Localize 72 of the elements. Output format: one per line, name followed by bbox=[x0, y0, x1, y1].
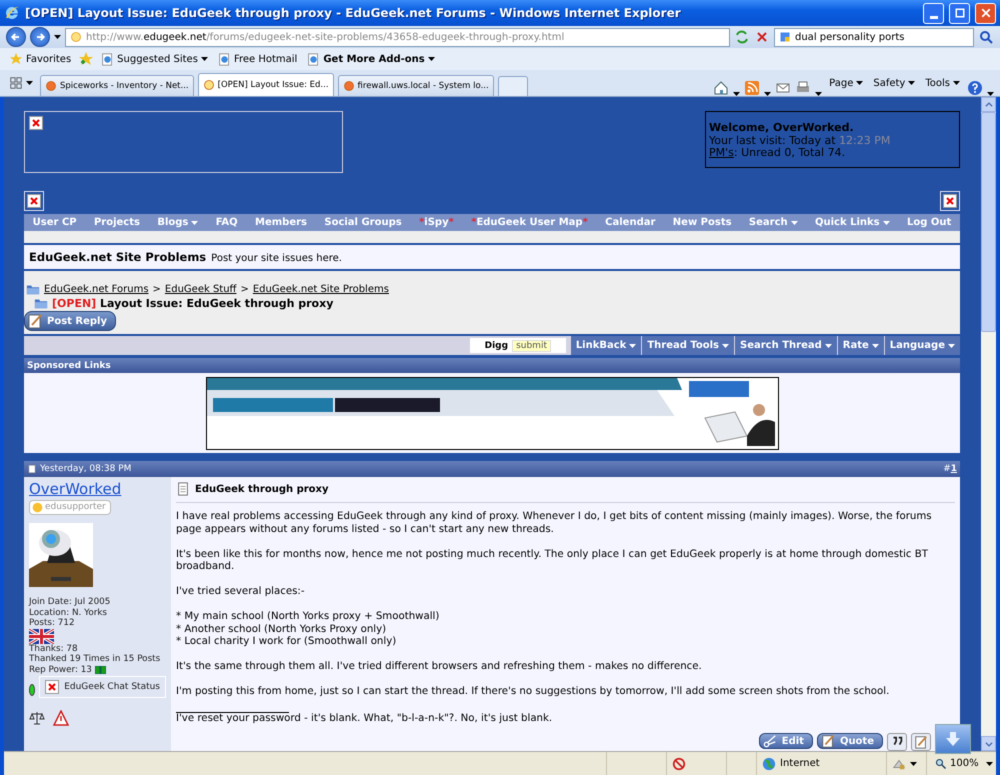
breadcrumb-link[interactable]: EduGeek.net Forums bbox=[44, 284, 149, 294]
thread-menu[interactable]: LinkBack bbox=[570, 336, 642, 355]
browser-tab[interactable]: Spiceworks - Inventory - Net... bbox=[40, 75, 194, 96]
command-menu[interactable]: Tools bbox=[922, 78, 963, 88]
nav-link[interactable]: Quick Links bbox=[815, 217, 890, 228]
post-text: It's the same through them all. I've tried different browsers and refreshing them - makes no difference. bbox=[176, 661, 703, 674]
username-link[interactable]: OverWorked bbox=[29, 481, 166, 497]
user-detail: Location: N. Yorks bbox=[29, 608, 108, 618]
favorites-link[interactable]: Free Hotmail bbox=[214, 52, 300, 66]
private-messages-link[interactable]: PM's bbox=[709, 146, 734, 159]
user-stat: Thanked 19 Times in 15 Posts bbox=[29, 654, 162, 664]
user-stat: Thanks: 78 bbox=[29, 644, 79, 654]
favorites-button[interactable]: Favorites bbox=[6, 52, 74, 66]
favorites-link[interactable]: Get More Add-ons bbox=[304, 52, 438, 66]
edit-button[interactable]: Edit bbox=[758, 733, 813, 749]
message-count-text: : Unread 0, Total 74. bbox=[734, 146, 846, 159]
security-zone: Internet bbox=[780, 758, 820, 769]
nav-link[interactable]: Log Out bbox=[907, 217, 952, 228]
post-text: * Another school (North Yorks Proxy only) bbox=[176, 624, 388, 636]
post-date: Yesterday, 08:38 PM bbox=[40, 464, 132, 474]
window-title: [OPEN] Layout Issue: EduGeek through proxy - EduGeek.net Forums - Windows Internet Explorer bbox=[25, 6, 682, 20]
nav-link[interactable]: Blogs bbox=[157, 217, 198, 228]
post-text: I have real problems accessing EduGeek through any kind of proxy. Whenever I do, I get bits of content missing (mainly images). Worse, the forums page appears without any forums listed - so I can't start any new threads. bbox=[176, 511, 933, 536]
nav-link[interactable]: FAQ bbox=[216, 217, 238, 228]
post-text: * My main school (North Yorks proxy + Smoothwall) bbox=[176, 611, 440, 624]
forum-description: Post your site issues here. bbox=[211, 253, 342, 264]
post-text: * Local charity I work for (Smoothwall only) bbox=[176, 636, 398, 648]
nav-link[interactable]: User CP bbox=[32, 217, 77, 228]
post-text: I've tried several places:- bbox=[176, 586, 306, 598]
favorites-link[interactable]: Suggested Sites bbox=[98, 52, 211, 66]
digg-label: Digg bbox=[484, 340, 508, 350]
post-reply-button[interactable]: Post Reply bbox=[24, 311, 116, 331]
signature-text: I've reset your password - it's blank. What, "b-l-a-n-k"?. No, it's just blank. bbox=[176, 712, 554, 725]
nav-link[interactable]: Members bbox=[255, 217, 308, 228]
nav-link[interactable]: New Posts bbox=[672, 217, 732, 228]
digg-submit-button[interactable]: submit bbox=[512, 340, 551, 352]
zoom-button[interactable]: 100% bbox=[932, 758, 982, 770]
post-text: I'm posting this from home, just so I can start the thread. If there's no suggestions by tomorrow, I'll add some screen shots from the school. bbox=[176, 686, 890, 698]
command-menu[interactable]: Page bbox=[826, 78, 866, 88]
address-field[interactable]: http://www.edugeek.net/forums/edugeek-net-site-problems/43658-edugeek-through-proxy.html bbox=[65, 28, 730, 46]
nav-link[interactable]: Social Groups bbox=[324, 217, 402, 228]
quote-button[interactable]: Quote bbox=[816, 733, 883, 749]
browser-tab[interactable]: [OPEN] Layout Issue: Ed... bbox=[198, 73, 334, 96]
breadcrumb-link[interactable]: EduGeek.net Site Problems bbox=[252, 284, 389, 294]
post-text: It's been like this for months now, hence me not posting much recently. The only place I can get EduGeek properly is at home through domestic BT broadband. bbox=[176, 548, 929, 574]
last-visit-text: Your last visit: Today at 12:23 PM bbox=[709, 134, 892, 147]
welcome-text: Welcome, OverWorked. bbox=[709, 122, 855, 134]
thread-menu[interactable]: Search Thread bbox=[734, 336, 837, 355]
breadcrumb-separator: > bbox=[152, 284, 161, 294]
user-stat: Rep Power: 13 bbox=[29, 664, 92, 675]
nav-link[interactable]: Projects bbox=[94, 217, 140, 228]
post-title: EduGeek through proxy bbox=[195, 484, 329, 494]
user-detail: Posts: 712 bbox=[29, 618, 76, 628]
nav-link[interactable]: Search bbox=[748, 217, 798, 228]
thread-menu[interactable]: Language bbox=[884, 336, 960, 355]
section-header: Sponsored Links bbox=[24, 358, 960, 373]
post-number-link[interactable]: #1 bbox=[943, 464, 957, 474]
user-detail: Join Date: Jul 2005 bbox=[29, 597, 112, 608]
forum-title: EduGeek.net Site Problems bbox=[29, 250, 206, 264]
command-menu[interactable]: Safety bbox=[870, 78, 918, 88]
nav-link[interactable]: *iSpy* bbox=[419, 217, 454, 228]
nav-link[interactable]: *EduGeek User Map* bbox=[471, 217, 588, 228]
breadcrumb-separator: > bbox=[240, 284, 249, 294]
nav-link[interactable]: Calendar bbox=[605, 217, 656, 228]
chat-status: EduGeek Chat Status bbox=[39, 676, 166, 698]
search-field[interactable]: dual personality ports bbox=[774, 28, 974, 46]
thread-title: [OPEN] Layout Issue: EduGeek through proxy bbox=[52, 296, 334, 310]
rank-badge: edusupporter bbox=[29, 500, 111, 515]
browser-tab[interactable]: firewall.uws.local - System lo... bbox=[338, 75, 494, 96]
breadcrumb-link[interactable]: EduGeek Stuff bbox=[164, 284, 236, 294]
thread-menu[interactable]: Rate bbox=[836, 336, 884, 355]
thread-menu[interactable]: Thread Tools bbox=[641, 336, 734, 355]
